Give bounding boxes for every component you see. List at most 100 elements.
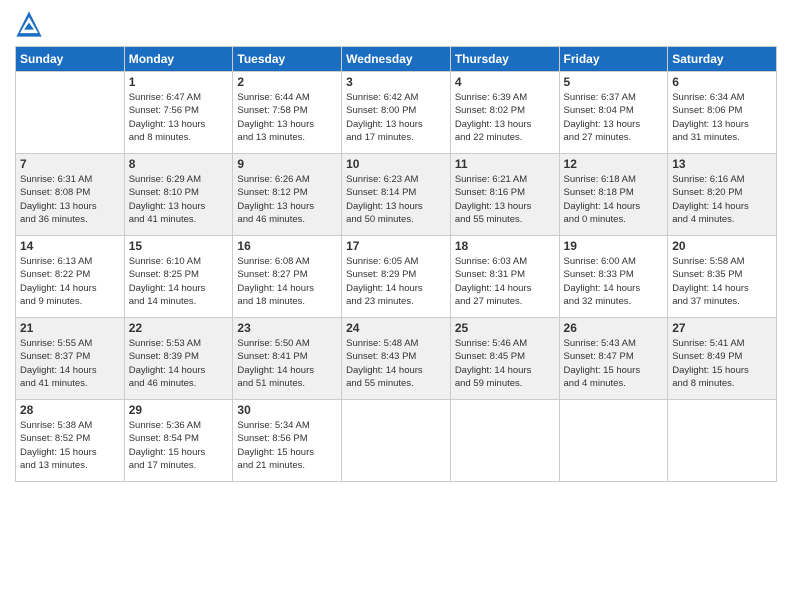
calendar-week-row: 21 Sunrise: 5:55 AM Sunset: 8:37 PM Dayli… (16, 318, 777, 400)
calendar-cell: 15 Sunrise: 6:10 AM Sunset: 8:25 PM Dayli… (124, 236, 233, 318)
day-info: Sunrise: 6:42 AM Sunset: 8:00 PM Dayligh… (346, 91, 446, 144)
day-number: 16 (237, 239, 337, 253)
calendar-cell: 8 Sunrise: 6:29 AM Sunset: 8:10 PM Daylig… (124, 154, 233, 236)
day-number: 14 (20, 239, 120, 253)
day-number: 29 (129, 403, 229, 417)
calendar-cell: 7 Sunrise: 6:31 AM Sunset: 8:08 PM Daylig… (16, 154, 125, 236)
weekday-header: Saturday (668, 47, 777, 72)
day-number: 1 (129, 75, 229, 89)
weekday-header-row: SundayMondayTuesdayWednesdayThursdayFrid… (16, 47, 777, 72)
calendar-cell: 10 Sunrise: 6:23 AM Sunset: 8:14 PM Dayli… (342, 154, 451, 236)
calendar-cell: 19 Sunrise: 6:00 AM Sunset: 8:33 PM Dayli… (559, 236, 668, 318)
day-number: 2 (237, 75, 337, 89)
calendar-cell: 23 Sunrise: 5:50 AM Sunset: 8:41 PM Dayli… (233, 318, 342, 400)
day-info: Sunrise: 6:37 AM Sunset: 8:04 PM Dayligh… (564, 91, 664, 144)
day-info: Sunrise: 5:48 AM Sunset: 8:43 PM Dayligh… (346, 337, 446, 390)
day-number: 5 (564, 75, 664, 89)
day-info: Sunrise: 5:38 AM Sunset: 8:52 PM Dayligh… (20, 419, 120, 472)
calendar-cell: 2 Sunrise: 6:44 AM Sunset: 7:58 PM Daylig… (233, 72, 342, 154)
day-info: Sunrise: 6:03 AM Sunset: 8:31 PM Dayligh… (455, 255, 555, 308)
day-info: Sunrise: 5:41 AM Sunset: 8:49 PM Dayligh… (672, 337, 772, 390)
calendar-week-row: 14 Sunrise: 6:13 AM Sunset: 8:22 PM Dayli… (16, 236, 777, 318)
day-number: 4 (455, 75, 555, 89)
logo (15, 10, 47, 38)
day-number: 30 (237, 403, 337, 417)
day-number: 28 (20, 403, 120, 417)
calendar-cell (559, 400, 668, 482)
calendar-cell: 30 Sunrise: 5:34 AM Sunset: 8:56 PM Dayli… (233, 400, 342, 482)
day-info: Sunrise: 6:26 AM Sunset: 8:12 PM Dayligh… (237, 173, 337, 226)
day-number: 20 (672, 239, 772, 253)
calendar-cell: 25Sunrise: 5:46 AM Sunset: 8:45 PM Dayli… (450, 318, 559, 400)
calendar-cell: 9 Sunrise: 6:26 AM Sunset: 8:12 PM Daylig… (233, 154, 342, 236)
day-info: Sunrise: 6:10 AM Sunset: 8:25 PM Dayligh… (129, 255, 229, 308)
day-number: 10 (346, 157, 446, 171)
day-info: Sunrise: 6:31 AM Sunset: 8:08 PM Dayligh… (20, 173, 120, 226)
calendar-week-row: 28 Sunrise: 5:38 AM Sunset: 8:52 PM Dayli… (16, 400, 777, 482)
weekday-header: Sunday (16, 47, 125, 72)
calendar-cell (668, 400, 777, 482)
day-info: Sunrise: 6:13 AM Sunset: 8:22 PM Dayligh… (20, 255, 120, 308)
calendar-cell: 12Sunrise: 6:18 AM Sunset: 8:18 PM Dayli… (559, 154, 668, 236)
day-number: 26 (564, 321, 664, 335)
calendar-cell: 27 Sunrise: 5:41 AM Sunset: 8:49 PM Dayli… (668, 318, 777, 400)
page: SundayMondayTuesdayWednesdayThursdayFrid… (0, 0, 792, 612)
weekday-header: Wednesday (342, 47, 451, 72)
calendar-cell: 26Sunrise: 5:43 AM Sunset: 8:47 PM Dayli… (559, 318, 668, 400)
day-info: Sunrise: 5:55 AM Sunset: 8:37 PM Dayligh… (20, 337, 120, 390)
day-number: 18 (455, 239, 555, 253)
day-number: 11 (455, 157, 555, 171)
header (15, 10, 777, 38)
day-info: Sunrise: 5:34 AM Sunset: 8:56 PM Dayligh… (237, 419, 337, 472)
day-info: Sunrise: 5:53 AM Sunset: 8:39 PM Dayligh… (129, 337, 229, 390)
day-info: Sunrise: 6:08 AM Sunset: 8:27 PM Dayligh… (237, 255, 337, 308)
day-number: 22 (129, 321, 229, 335)
calendar-cell: 11 Sunrise: 6:21 AM Sunset: 8:16 PM Dayli… (450, 154, 559, 236)
day-info: Sunrise: 5:46 AM Sunset: 8:45 PM Dayligh… (455, 337, 555, 390)
day-number: 21 (20, 321, 120, 335)
day-number: 13 (672, 157, 772, 171)
calendar-cell (16, 72, 125, 154)
calendar-cell: 14 Sunrise: 6:13 AM Sunset: 8:22 PM Dayli… (16, 236, 125, 318)
weekday-header: Monday (124, 47, 233, 72)
calendar-cell: 6Sunrise: 6:34 AM Sunset: 8:06 PM Daylig… (668, 72, 777, 154)
weekday-header: Thursday (450, 47, 559, 72)
day-number: 19 (564, 239, 664, 253)
calendar-week-row: 7 Sunrise: 6:31 AM Sunset: 8:08 PM Daylig… (16, 154, 777, 236)
day-info: Sunrise: 5:58 AM Sunset: 8:35 PM Dayligh… (672, 255, 772, 308)
day-info: Sunrise: 6:44 AM Sunset: 7:58 PM Dayligh… (237, 91, 337, 144)
calendar-week-row: 1 Sunrise: 6:47 AM Sunset: 7:56 PM Daylig… (16, 72, 777, 154)
day-info: Sunrise: 6:34 AM Sunset: 8:06 PM Dayligh… (672, 91, 772, 144)
weekday-header: Tuesday (233, 47, 342, 72)
calendar-cell: 16 Sunrise: 6:08 AM Sunset: 8:27 PM Dayli… (233, 236, 342, 318)
day-number: 3 (346, 75, 446, 89)
day-number: 9 (237, 157, 337, 171)
day-number: 27 (672, 321, 772, 335)
calendar-cell: 20 Sunrise: 5:58 AM Sunset: 8:35 PM Dayli… (668, 236, 777, 318)
day-info: Sunrise: 6:29 AM Sunset: 8:10 PM Dayligh… (129, 173, 229, 226)
day-number: 23 (237, 321, 337, 335)
day-info: Sunrise: 6:00 AM Sunset: 8:33 PM Dayligh… (564, 255, 664, 308)
day-info: Sunrise: 5:36 AM Sunset: 8:54 PM Dayligh… (129, 419, 229, 472)
day-number: 8 (129, 157, 229, 171)
day-number: 15 (129, 239, 229, 253)
calendar-cell (450, 400, 559, 482)
day-info: Sunrise: 6:16 AM Sunset: 8:20 PM Dayligh… (672, 173, 772, 226)
day-info: Sunrise: 6:39 AM Sunset: 8:02 PM Dayligh… (455, 91, 555, 144)
calendar-cell: 28 Sunrise: 5:38 AM Sunset: 8:52 PM Dayli… (16, 400, 125, 482)
day-number: 12 (564, 157, 664, 171)
day-info: Sunrise: 6:05 AM Sunset: 8:29 PM Dayligh… (346, 255, 446, 308)
day-number: 7 (20, 157, 120, 171)
day-number: 24 (346, 321, 446, 335)
day-info: Sunrise: 6:47 AM Sunset: 7:56 PM Dayligh… (129, 91, 229, 144)
day-info: Sunrise: 6:21 AM Sunset: 8:16 PM Dayligh… (455, 173, 555, 226)
day-info: Sunrise: 6:23 AM Sunset: 8:14 PM Dayligh… (346, 173, 446, 226)
calendar-cell: 21 Sunrise: 5:55 AM Sunset: 8:37 PM Dayli… (16, 318, 125, 400)
calendar-cell: 3 Sunrise: 6:42 AM Sunset: 8:00 PM Daylig… (342, 72, 451, 154)
calendar-cell: 24 Sunrise: 5:48 AM Sunset: 8:43 PM Dayli… (342, 318, 451, 400)
calendar-cell: 1 Sunrise: 6:47 AM Sunset: 7:56 PM Daylig… (124, 72, 233, 154)
calendar-cell: 17Sunrise: 6:05 AM Sunset: 8:29 PM Dayli… (342, 236, 451, 318)
logo-icon (15, 10, 43, 38)
weekday-header: Friday (559, 47, 668, 72)
day-info: Sunrise: 5:50 AM Sunset: 8:41 PM Dayligh… (237, 337, 337, 390)
